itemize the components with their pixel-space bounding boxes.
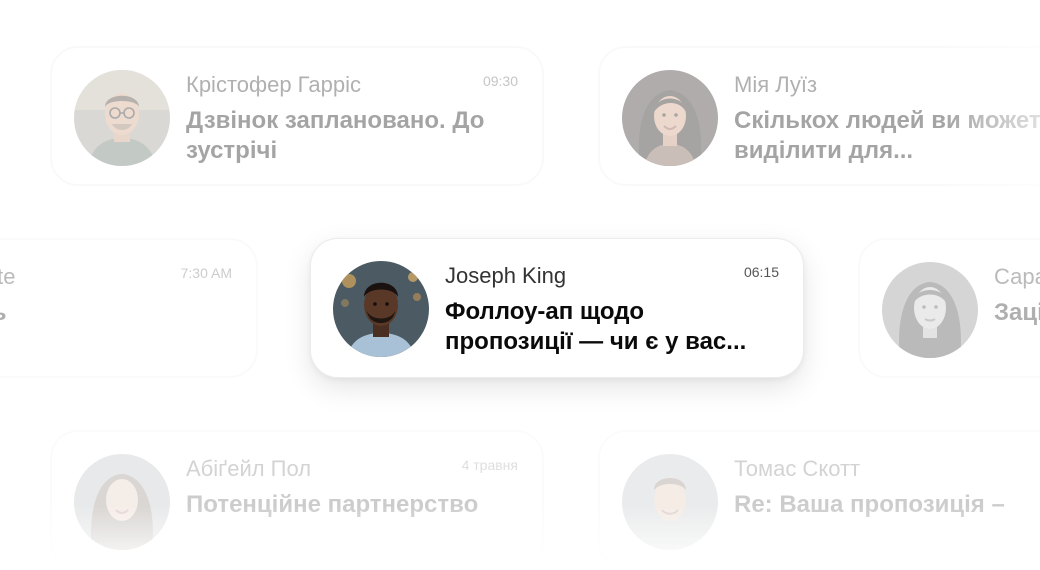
message-preview: Фоллоу-ап щодо пропозиції — чи є у вас..… bbox=[445, 298, 747, 355]
sender-name: Сара bbox=[994, 264, 1040, 289]
avatar bbox=[333, 261, 429, 357]
avatar bbox=[622, 70, 718, 166]
timestamp: 06:15 bbox=[743, 264, 779, 280]
notification-card[interactable]: nite 7:30 AM ть bbox=[0, 238, 258, 378]
timestamp: 7:30 AM bbox=[180, 265, 232, 281]
notification-card[interactable]: Абіґейл Пол 4 травня Потенційне партнерс… bbox=[50, 430, 544, 570]
portrait-man-smiling-icon bbox=[622, 454, 718, 550]
sender-name: Joseph King bbox=[445, 263, 567, 288]
avatar bbox=[74, 70, 170, 166]
timestamp: 09:30 bbox=[482, 73, 518, 89]
notification-card[interactable]: Крістофер Гарріс 09:30 Дзвінок запланова… bbox=[50, 46, 544, 186]
message-preview: Заці bbox=[994, 299, 1040, 326]
message-preview: ть bbox=[0, 298, 180, 328]
portrait-woman-dark-hair-icon bbox=[622, 70, 718, 166]
portrait-woman-smiling-icon bbox=[74, 454, 170, 550]
portrait-woman-black-and-white-icon bbox=[882, 262, 978, 358]
notification-card-active[interactable]: Joseph King 06:15 Фоллоу-ап щодо пропози… bbox=[310, 238, 804, 378]
message-preview: Дзвінок заплановано. До зустрічі bbox=[186, 107, 485, 164]
notification-card[interactable]: Сара Заці bbox=[858, 238, 1040, 378]
portrait-man-beard-icon bbox=[333, 261, 429, 357]
avatar bbox=[622, 454, 718, 550]
sender-name: nite bbox=[0, 264, 16, 289]
sender-name: Крістофер Гарріс bbox=[186, 72, 361, 97]
avatar bbox=[74, 454, 170, 550]
avatar bbox=[882, 262, 978, 358]
timestamp: 4 травня bbox=[461, 457, 518, 473]
message-preview: Скількох людей ви можете виділити для... bbox=[734, 107, 1040, 164]
sender-name: Абіґейл Пол bbox=[186, 456, 312, 481]
notification-card[interactable]: Мія Луїз Скількох людей ви можете виділи… bbox=[598, 46, 1040, 186]
sender-name: Мія Луїз bbox=[734, 72, 818, 97]
portrait-man-glasses-icon bbox=[74, 70, 170, 166]
notification-card[interactable]: Томас Скотт Re: Ваша пропозиція – bbox=[598, 430, 1040, 570]
sender-name: Томас Скотт bbox=[734, 456, 861, 481]
